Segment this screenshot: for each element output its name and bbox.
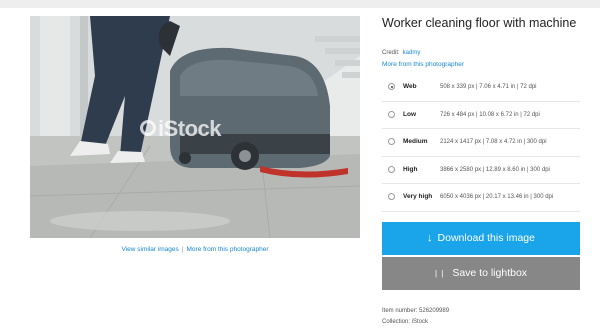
lightbox-icon: | | [434,269,445,278]
credit-label: Credit: [382,50,400,56]
save-to-lightbox-button[interactable]: | | Save to lightbox [382,257,580,290]
radio-button[interactable] [388,193,395,200]
size-name: Low [403,110,416,118]
download-button[interactable]: ↓ Download this image [382,222,580,255]
radio-button[interactable] [388,138,395,145]
image-title: Worker cleaning floor with machine [382,16,577,30]
watermark-logo-icon [140,120,156,136]
radio-button[interactable] [388,83,395,90]
photographer-link[interactable]: kadmy [403,50,421,56]
item-number: Item number: 526209989 [382,308,450,314]
watermark: iStock [158,116,222,141]
credit-line: Credit: kadmy [382,50,420,56]
size-option-web[interactable]: Web 508 x 339 px | 7.06 x 4.71 in | 72 d… [382,74,580,102]
size-name: High [403,165,418,173]
download-icon: ↓ [427,232,433,244]
size-option-very-high[interactable]: Very high 6050 x 4036 px | 20.17 x 13.46… [382,184,580,212]
collection: Collection: iStock [382,319,429,325]
more-from-photographer-link[interactable]: More from this photographer [187,246,269,253]
link-separator: | [181,246,184,253]
radio-button[interactable] [388,110,395,118]
size-info: 6050 x 4036 px | 20.17 x 13.46 in | 300 … [440,194,554,200]
size-info: 508 x 339 px | 7.06 x 4.71 in | 72 dpi [440,84,537,90]
size-name: Web [403,83,417,90]
download-label: Download this image [437,232,535,244]
size-name: Medium [403,138,428,145]
size-option-low[interactable]: Low 726 x 484 px | 10.08 x 6.72 in | 72 … [382,102,580,129]
size-option-medium[interactable]: Medium 2124 x 1417 px | 7.08 x 4.72 in |… [382,129,580,157]
radio-button[interactable] [388,165,395,173]
size-info: 3866 x 2580 px | 12.89 x 8.60 in | 300 d… [440,166,550,173]
size-options: Web 508 x 339 px | 7.06 x 4.71 in | 72 d… [382,74,580,212]
more-from-photographer-link[interactable]: More from this photographer [382,61,464,68]
size-info: 2124 x 1417 px | 7.08 x 4.72 in | 300 dp… [440,139,547,145]
size-info: 726 x 484 px | 10.08 x 6.72 in | 72 dpi [440,111,540,118]
stock-photo[interactable]: iStock [30,16,360,238]
top-bar [0,0,600,8]
photo-links: View similar images | More from this photo… [30,246,360,253]
lightbox-label: Save to lightbox [452,267,528,279]
size-name: Very high [403,193,433,200]
view-similar-link[interactable]: View similar images [121,246,178,253]
size-option-high[interactable]: High 3866 x 2580 px | 12.89 x 8.60 in | … [382,157,580,184]
